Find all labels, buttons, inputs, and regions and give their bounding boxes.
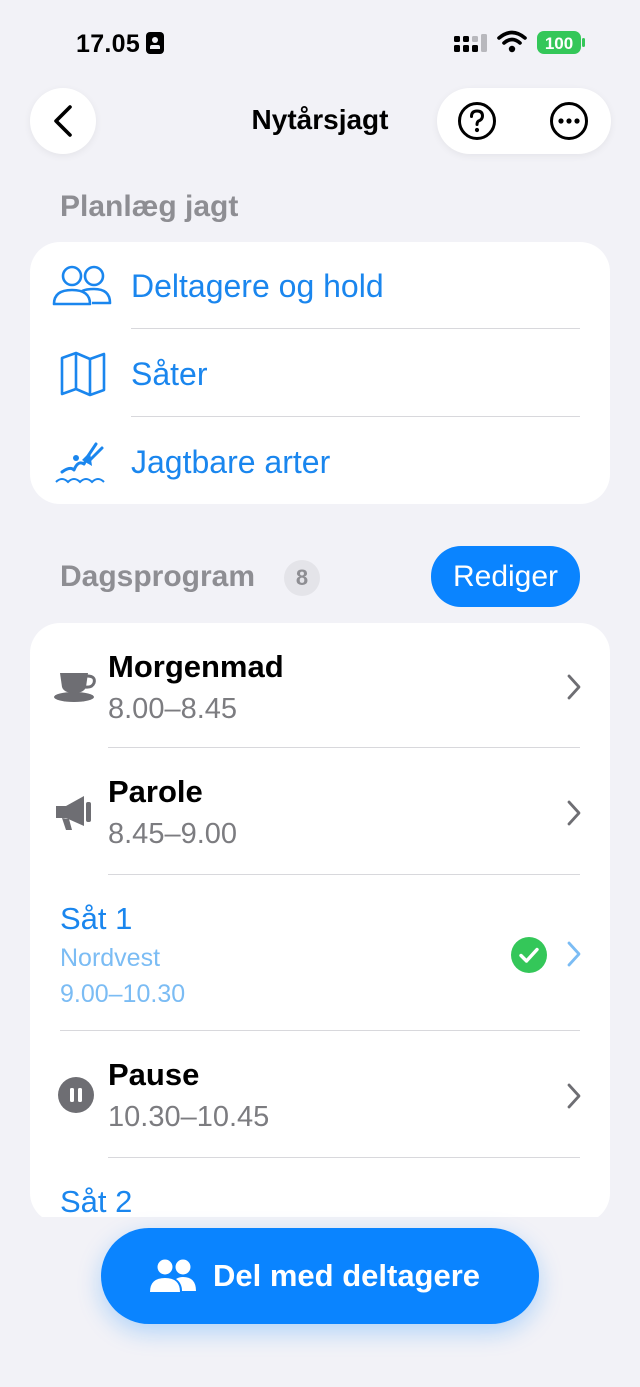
game-species-icon xyxy=(55,442,105,484)
program-card: Morgenmad 8.00–8.45 Parole 8.45–9.00 Såt… xyxy=(30,623,610,1223)
program-item-title: Såt 1 xyxy=(60,901,133,936)
edit-program-button[interactable]: Rediger xyxy=(431,546,580,607)
plan-item-participants[interactable]: Deltagere og hold xyxy=(30,242,610,330)
program-section-title: Dagsprogram xyxy=(60,560,256,593)
plan-item-label: Jagtbare arter xyxy=(131,444,331,480)
program-item-title: Parole xyxy=(108,774,203,809)
contact-badge-icon xyxy=(146,32,164,54)
pause-icon xyxy=(58,1077,94,1113)
program-item-title: Pause xyxy=(108,1057,200,1092)
program-item-time: 9.00–10.30 xyxy=(60,980,186,1008)
completed-checkmark-icon xyxy=(511,937,547,973)
wifi-icon xyxy=(497,30,527,53)
program-item-pause[interactable]: Pause 10.30–10.45 xyxy=(30,1031,610,1157)
cellular-signal-icon xyxy=(454,34,487,52)
program-count-badge: 8 xyxy=(284,560,320,596)
help-icon[interactable] xyxy=(457,101,497,141)
divider xyxy=(131,416,580,417)
program-item-time: 10.30–10.45 xyxy=(108,1101,270,1133)
share-with-participants-button[interactable]: Del med deltagere xyxy=(101,1228,539,1324)
program-item-briefing[interactable]: Parole 8.45–9.00 xyxy=(30,748,610,874)
program-item-title: Såt 2 xyxy=(60,1184,133,1219)
program-item-subtitle: Nordvest xyxy=(60,944,161,972)
program-item-drive-2[interactable]: Såt 2 xyxy=(30,1158,610,1223)
nav-actions xyxy=(437,88,611,154)
plan-section-title: Planlæg jagt xyxy=(60,190,239,223)
divider xyxy=(131,328,580,329)
people-fill-icon xyxy=(150,1259,196,1292)
people-icon xyxy=(52,265,112,306)
chevron-right-icon xyxy=(567,800,581,826)
megaphone-icon xyxy=(56,796,91,830)
status-bar: 17.05 100 xyxy=(0,0,640,88)
program-item-breakfast[interactable]: Morgenmad 8.00–8.45 xyxy=(30,623,610,747)
battery-level: 100 xyxy=(545,34,573,53)
program-item-title: Morgenmad xyxy=(108,649,284,684)
more-options-icon[interactable] xyxy=(549,101,589,141)
share-button-label: Del med deltagere xyxy=(213,1258,481,1293)
chevron-right-icon xyxy=(567,1083,581,1109)
plan-item-label: Såter xyxy=(131,356,208,392)
plan-item-species[interactable]: Jagtbare arter xyxy=(30,418,610,504)
chevron-right-icon xyxy=(567,941,581,967)
program-item-drive-1[interactable]: Såt 1 Nordvest 9.00–10.30 xyxy=(30,875,610,1030)
plan-item-label: Deltagere og hold xyxy=(131,268,384,304)
plan-card: Deltagere og hold Såter Jagtbare arter xyxy=(30,242,610,504)
program-item-time: 8.45–9.00 xyxy=(108,818,238,850)
status-time: 17.05 xyxy=(76,30,141,58)
battery-icon: 100 xyxy=(537,31,585,54)
chevron-right-icon xyxy=(567,674,581,700)
map-icon xyxy=(60,351,106,397)
program-item-time: 8.00–8.45 xyxy=(108,693,238,725)
coffee-cup-icon xyxy=(54,673,96,702)
plan-item-drives[interactable]: Såter xyxy=(30,330,610,418)
